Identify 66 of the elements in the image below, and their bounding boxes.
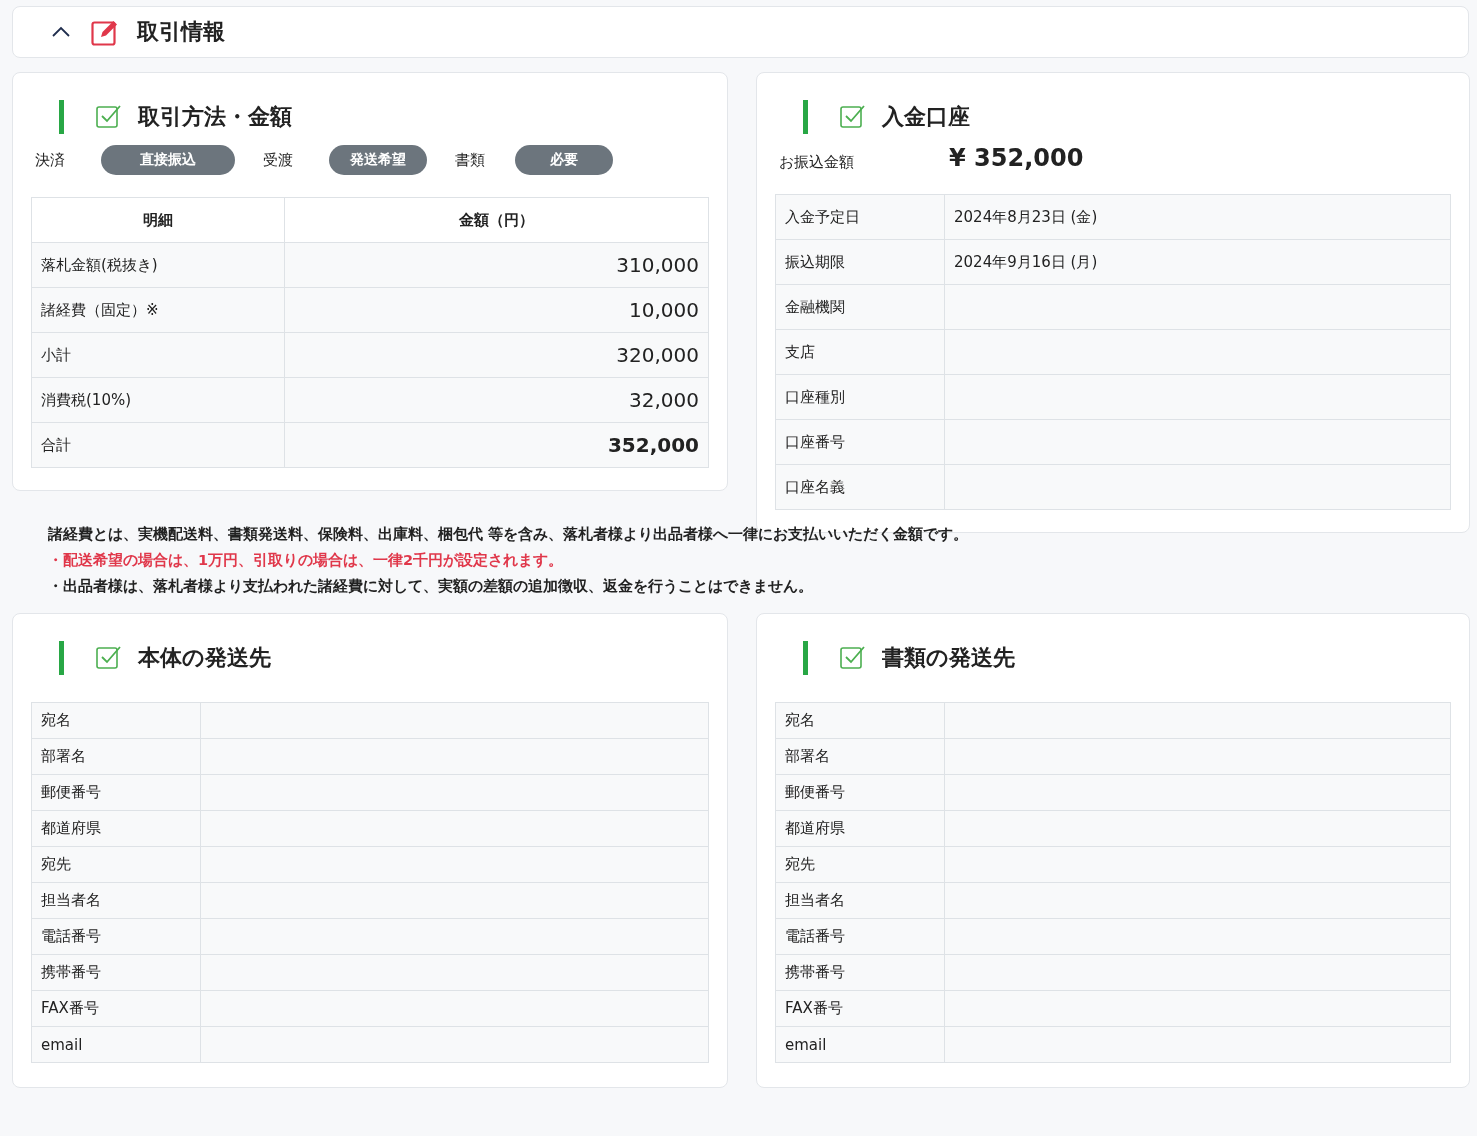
amount-value: ¥ 352,000 [949,143,1084,172]
checkbox-icon [96,645,122,671]
table-cell: email [31,1026,201,1063]
section-title: 入金口座 [882,103,970,131]
table-cell: FAX番号 [775,990,945,1027]
accent-bar [59,641,64,675]
table-cell: 都道府県 [775,810,945,847]
table-cell: 消費税(10%) [31,377,285,423]
status-badge: 直接振込 [101,145,235,175]
table-cell: 宛先 [31,846,201,883]
table-cell: email [775,1026,945,1063]
table-cell: 諸経費（固定）※ [31,287,285,333]
edit-icon [91,18,119,46]
table-cell: 金融機関 [775,284,945,330]
table-cell: 352,000 [284,422,709,468]
table-cell: 口座名義 [775,464,945,510]
accent-bar [59,100,64,134]
table-cell: 振込期限 [775,239,945,285]
table-cell: 担当者名 [775,882,945,919]
status-badge: 必要 [515,145,613,175]
note-text: ・配送希望の場合は、1万円、引取りの場合は、一律2千円が設定されます。 [48,551,565,570]
field-label: 受渡 [263,150,294,170]
table-cell: 合計 [31,422,285,468]
note-text: ・出品者様は、落札者様より支払われた諸経費に対して、実額の差額の追加徴収、返金を行うことはできません。 [48,577,814,596]
table-cell: 郵便番号 [31,774,201,811]
status-badge: 発送希望 [329,145,427,175]
page-title: 取引情報 [137,18,225,46]
table-cell: 支店 [775,329,945,375]
column-header: 明細 [31,197,285,243]
table-cell: 口座番号 [775,419,945,465]
table-cell: 310,000 [284,242,709,288]
checkbox-icon [840,645,866,671]
table-cell: 落札金額(税抜き) [31,242,285,288]
table-cell: 郵便番号 [775,774,945,811]
note-text: 諸経費とは、実機配送料、書類発送料、保険料、出庫料、梱包代 等を含み、落札者様より出品者様へ一律にお支払いいただく金額です。 [48,525,970,544]
table-cell: 32,000 [284,377,709,423]
table-cell: 宛名 [31,702,201,739]
table-cell: 10,000 [284,287,709,333]
field-label: 決済 [35,150,66,170]
section-title: 取引方法・金額 [138,103,292,131]
table-cell: 部署名 [775,738,945,775]
table-cell: 担当者名 [31,882,201,919]
table-cell: 都道府県 [31,810,201,847]
checkbox-icon [840,104,866,130]
table-cell: FAX番号 [31,990,201,1027]
table-cell: 口座種別 [775,374,945,420]
table-cell: 小計 [31,332,285,378]
table-cell: 320,000 [284,332,709,378]
section-title: 本体の発送先 [138,644,271,672]
table-cell: 電話番号 [775,918,945,955]
table-cell: 入金予定日 [775,194,945,240]
column-header: 金額（円） [284,197,709,243]
table-cell: 2024年8月23日 (金) [944,194,1451,240]
table-cell: 電話番号 [31,918,201,955]
checkbox-icon [96,104,122,130]
table-cell: 宛先 [775,846,945,883]
accent-bar [803,100,808,134]
field-label: 書類 [455,150,486,170]
table-cell: 部署名 [31,738,201,775]
table-cell: 携帯番号 [31,954,201,991]
table-cell: 2024年9月16日 (月) [944,239,1451,285]
field-label: お振込金額 [779,152,855,172]
section-title: 書類の発送先 [882,644,1015,672]
accent-bar [803,641,808,675]
table-cell: 携帯番号 [775,954,945,991]
table-cell: 宛名 [775,702,945,739]
